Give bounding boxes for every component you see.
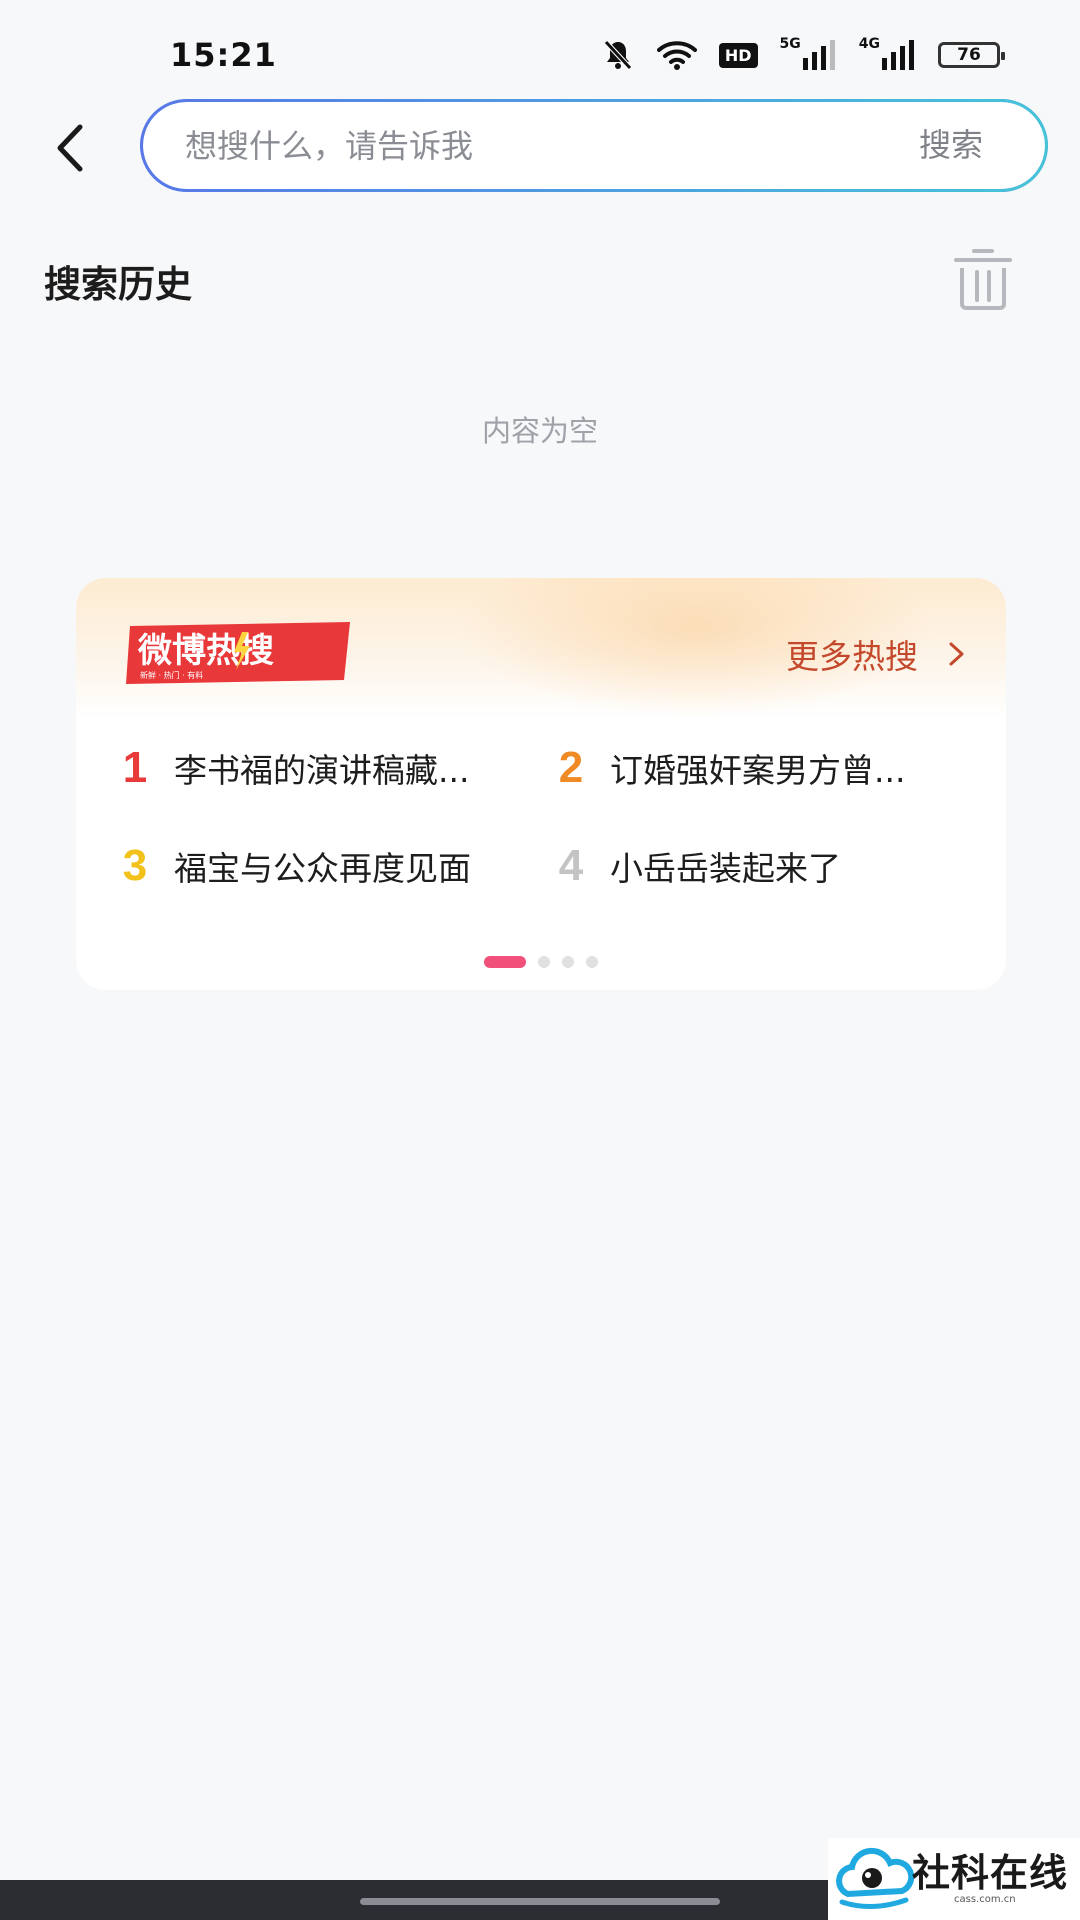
signal-5g-icon: 5G (780, 36, 837, 74)
hot-item-text: 福宝与公众再度见面 (174, 849, 471, 888)
more-hot-label: 更多热搜 (786, 637, 918, 676)
svg-text:微博热搜: 微博热搜 (137, 631, 274, 671)
hot-item-text: 订婚强奸案男方曾... (610, 751, 906, 790)
pager-dot[interactable] (586, 956, 598, 968)
clear-history-button[interactable] (950, 246, 1016, 312)
watermark-subtext: cass.com.cn (954, 1894, 1016, 1905)
history-empty-text: 内容为空 (481, 414, 598, 448)
watermark: 社科在线 cass.com.cn (828, 1838, 1080, 1920)
search-button[interactable]: 搜索 (919, 102, 983, 189)
pager-dot[interactable] (562, 956, 574, 968)
trash-icon (954, 249, 1012, 310)
hot-item[interactable]: 4 小岳岳装起来了 (540, 836, 984, 896)
cloud-eye-logo-icon (836, 1847, 914, 1910)
hot-item-text: 李书福的演讲稿藏... (174, 751, 470, 790)
hot-item[interactable]: 2 订婚强奸案男方曾... (540, 738, 984, 798)
svg-text:新鲜 · 热门 · 有料: 新鲜 · 热门 · 有料 (140, 670, 203, 680)
hot-item-text: 小岳岳装起来了 (610, 849, 841, 888)
search-input[interactable] (185, 102, 825, 189)
hot-rank: 3 (122, 841, 148, 890)
back-button[interactable] (40, 118, 100, 178)
hot-card-header: 微博热搜 新鲜 · 热门 · 有料 更多热搜 (76, 578, 1006, 718)
mute-bell-icon (601, 36, 635, 74)
hot-rank: 4 (558, 841, 584, 890)
pager-dot-active[interactable] (484, 956, 526, 968)
chevron-left-icon (57, 124, 83, 172)
home-gesture-handle[interactable] (360, 1898, 720, 1905)
history-title: 搜索历史 (44, 263, 192, 306)
search-box: 搜索 (140, 99, 1048, 192)
signal-4g-icon: 4G (859, 36, 916, 74)
weibo-hot-card: 微博热搜 新鲜 · 热门 · 有料 更多热搜 1 李书福的演讲稿藏... 2 订… (76, 578, 1006, 990)
weibo-hot-logo: 微博热搜 新鲜 · 热门 · 有料 (124, 618, 354, 688)
wifi-icon (656, 36, 697, 74)
search-header: 搜索 (0, 96, 1080, 200)
hot-rank: 2 (558, 743, 584, 792)
battery-icon: 76 (938, 36, 1005, 74)
status-time: 15:21 (170, 36, 277, 74)
chevron-right-icon (949, 642, 964, 666)
hot-rank: 1 (122, 743, 148, 792)
more-hot-link[interactable]: 更多热搜 (786, 630, 966, 678)
watermark-text: 社科在线 (912, 1850, 1069, 1895)
status-icons: HD 5G 4G 76 (601, 36, 1005, 74)
hot-item[interactable]: 1 李书福的演讲稿藏... (104, 738, 534, 798)
hd-icon: HD (718, 36, 758, 74)
status-bar: 15:21 HD 5G 4G 76 (0, 0, 1080, 100)
hot-item[interactable]: 3 福宝与公众再度见面 (104, 836, 534, 896)
hot-pager (76, 956, 1006, 968)
pager-dot[interactable] (538, 956, 550, 968)
